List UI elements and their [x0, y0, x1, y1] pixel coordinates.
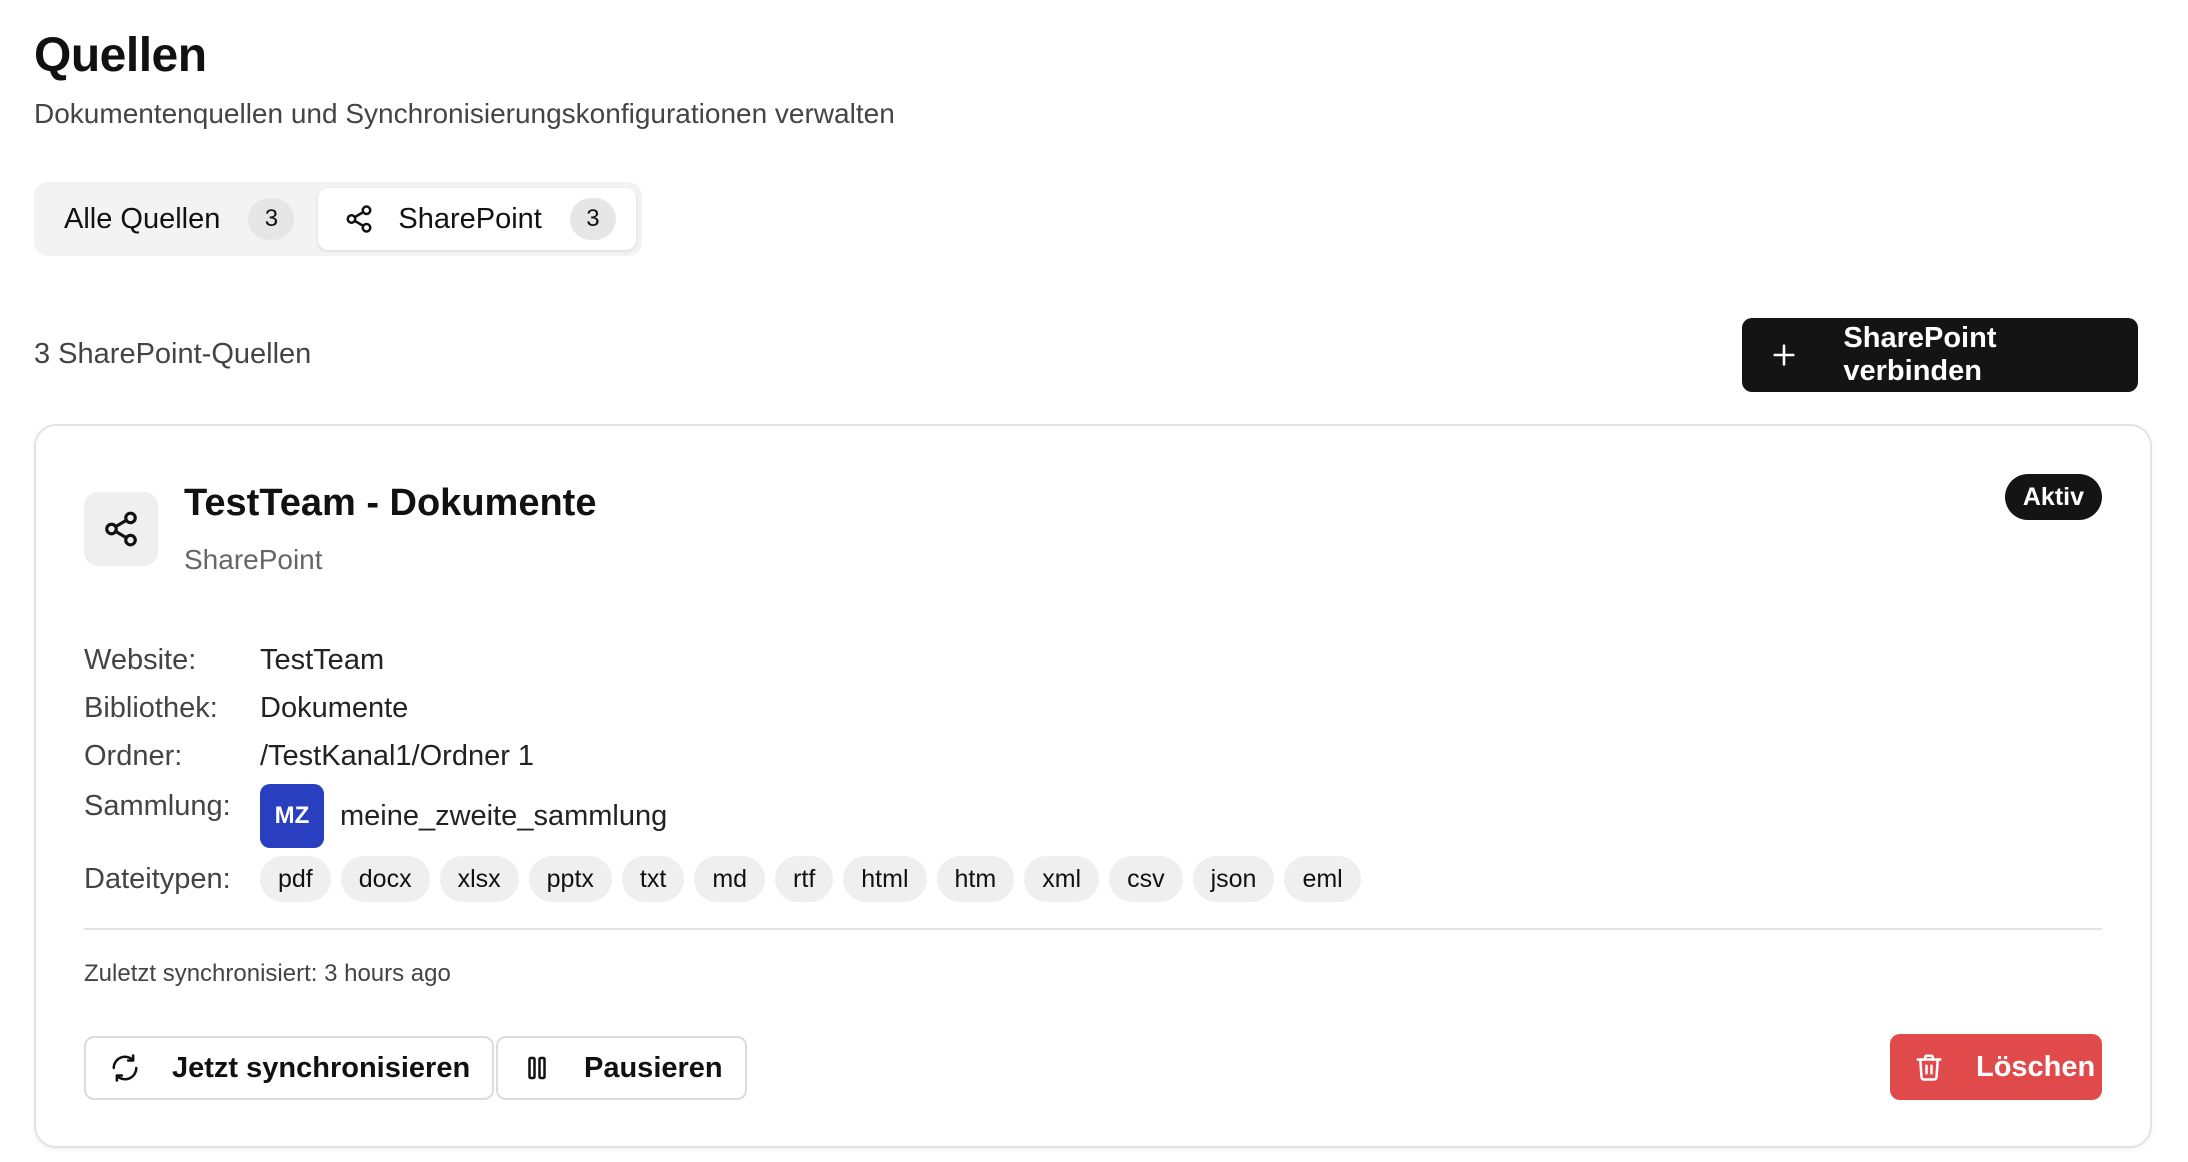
share-icon: [84, 492, 158, 566]
detail-value: TestTeam: [260, 644, 385, 676]
last-sync-text: Zuletzt synchronisiert: 3 hours ago: [84, 960, 451, 987]
source-type: SharePoint: [184, 544, 323, 575]
filetype-chip: pptx: [528, 856, 612, 902]
detail-label: Sammlung:: [84, 790, 231, 822]
sync-now-button[interactable]: Jetzt synchronisieren: [84, 1036, 495, 1100]
source-title: TestTeam - Dokumente: [184, 482, 597, 524]
filetype-chip: csv: [1109, 856, 1183, 902]
page-subtitle: Dokumentenquellen und Synchronisierungsk…: [34, 98, 895, 129]
page-title: Quellen: [34, 29, 207, 82]
detail-label: Website:: [84, 644, 197, 676]
connect-sharepoint-label: SharePoint verbinden: [1843, 322, 1997, 387]
detail-library: Bibliothek: Dokumente: [84, 692, 408, 725]
connect-sharepoint-button[interactable]: SharePoint verbinden: [1742, 318, 2138, 392]
filetype-chip: md: [694, 856, 766, 902]
filetype-chip: rtf: [775, 856, 834, 902]
filetype-chip: html: [843, 856, 927, 902]
detail-collection: Sammlung: MZ meine_zweite_sammlung: [84, 784, 667, 848]
share-icon: [342, 202, 376, 236]
tab-label: Alle Quellen: [64, 202, 221, 235]
pause-icon: [520, 1051, 554, 1085]
tab-count-badge: 3: [569, 198, 616, 240]
source-count-label: 3 SharePoint-Quellen: [34, 338, 312, 370]
divider: [84, 928, 2102, 930]
filetype-chip: xml: [1024, 856, 1100, 902]
filetype-chip: txt: [621, 856, 685, 902]
filetype-chip: docx: [340, 856, 430, 902]
refresh-icon: [108, 1051, 142, 1085]
filetype-chip: pdf: [260, 856, 331, 902]
detail-label: Dateitypen:: [84, 862, 231, 895]
filetype-chip: json: [1192, 856, 1275, 902]
delete-label: Löschen: [1976, 1050, 2096, 1083]
detail-folder: Ordner: /TestKanal1/Ordner 1: [84, 740, 534, 773]
tab-label: SharePoint: [398, 202, 542, 235]
filetype-chip: eml: [1284, 856, 1361, 902]
source-card: TestTeam - Dokumente SharePoint Aktiv We…: [34, 424, 2152, 1148]
detail-label: Bibliothek:: [84, 692, 218, 724]
sync-now-label: Jetzt synchronisieren: [172, 1051, 471, 1084]
detail-value: /TestKanal1/Ordner 1: [260, 740, 535, 772]
tab-all-sources[interactable]: Alle Quellen 3: [40, 188, 314, 250]
collection-avatar: MZ: [260, 784, 324, 848]
delete-button[interactable]: Löschen: [1890, 1034, 2102, 1100]
pause-button[interactable]: Pausieren: [496, 1036, 747, 1100]
status-badge: Aktiv: [2004, 474, 2102, 520]
filetype-chips: pdf docx xlsx pptx txt md rtf html htm xml csv json…: [260, 856, 1361, 902]
detail-value: Dokumente: [260, 692, 409, 724]
collection-name: meine_zweite_sammlung: [340, 800, 668, 832]
pause-label: Pausieren: [584, 1051, 723, 1084]
filetype-chip: htm: [936, 856, 1015, 902]
plus-icon: [1766, 337, 1801, 373]
filetype-chip: xlsx: [439, 856, 519, 902]
tab-count-badge: 3: [248, 198, 295, 240]
detail-filetypes: Dateitypen: pdf docx xlsx pptx txt md rtf html h…: [84, 856, 1361, 902]
trash-icon: [1912, 1050, 1946, 1084]
detail-website: Website: TestTeam: [84, 644, 384, 677]
detail-label: Ordner:: [84, 740, 183, 772]
source-tabs: Alle Quellen 3 SharePoint 3: [34, 182, 642, 256]
tab-sharepoint[interactable]: SharePoint 3: [318, 188, 636, 250]
